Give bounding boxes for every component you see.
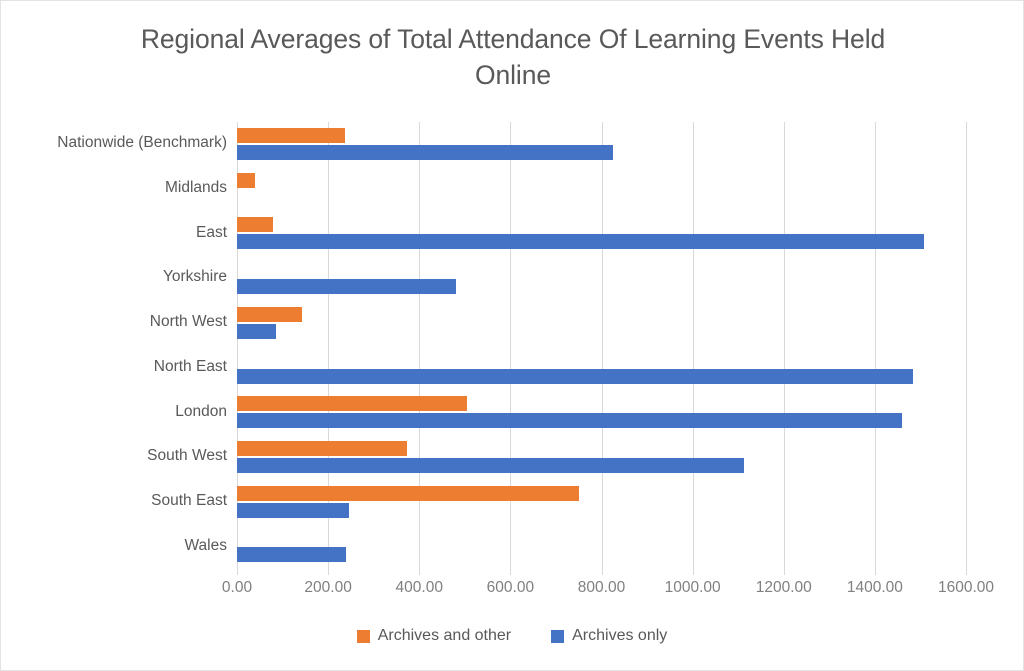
- bar[interactable]: [237, 172, 256, 188]
- y-axis-label-yorkshire: Yorkshire: [162, 268, 227, 286]
- legend-label: Archives only: [572, 627, 668, 644]
- x-axis-tick-label: 600.00: [486, 579, 535, 596]
- bar[interactable]: [237, 323, 277, 339]
- y-axis-label-north-east: North East: [153, 357, 227, 375]
- legend-swatch-icon: [551, 629, 565, 643]
- y-axis-label-london: London: [175, 402, 227, 420]
- x-axis-tick-label: 1600.00: [937, 579, 995, 596]
- x-axis-tick-label: 1400.00: [846, 579, 903, 596]
- bar[interactable]: [237, 440, 407, 456]
- plot-area: [237, 122, 967, 575]
- bar[interactable]: [237, 502, 350, 518]
- bar[interactable]: [237, 368, 914, 384]
- x-axis-tick-label: 1000.00: [664, 579, 721, 596]
- bar[interactable]: [237, 145, 613, 160]
- bar[interactable]: [237, 396, 468, 412]
- x-axis-tick-600.00: [510, 569, 512, 575]
- y-axis-label-nationwide-benchmark: Nationwide (Benchmark): [57, 134, 227, 152]
- bar[interactable]: [237, 128, 345, 143]
- bar-group: [237, 256, 966, 301]
- x-axis-tick-1000.00: [692, 569, 694, 575]
- x-axis-tick-label: 800.00: [577, 579, 626, 596]
- bar[interactable]: [237, 217, 273, 233]
- bar[interactable]: [237, 234, 925, 250]
- bar-group: [237, 122, 966, 167]
- gridline-1600.00: [966, 122, 967, 569]
- chart-legend: Archives and other Archives only: [1, 627, 1023, 645]
- x-axis-tick-400.00: [419, 569, 421, 575]
- x-axis-tick-0.00: [237, 569, 238, 575]
- legend-item-archives-only[interactable]: Archives only: [551, 627, 667, 645]
- x-axis-tick-800.00: [601, 569, 603, 575]
- legend-item-archives-and-other[interactable]: Archives and other: [356, 627, 512, 645]
- legend-swatch-icon: [356, 629, 370, 643]
- bar-group: [237, 524, 966, 569]
- bar-group: [237, 390, 966, 435]
- x-axis-tick-1600.00: [966, 569, 967, 575]
- y-axis-label-east: East: [195, 223, 227, 241]
- bar[interactable]: [237, 279, 457, 295]
- y-axis-label-midlands: Midlands: [164, 179, 227, 197]
- bar[interactable]: [237, 413, 903, 429]
- bar-group: [237, 480, 966, 525]
- legend-label: Archives and other: [377, 627, 512, 644]
- chart-container: Regional Averages of Total Attendance Of…: [0, 0, 1024, 671]
- bar-group: [237, 435, 966, 480]
- bar[interactable]: [237, 306, 303, 322]
- x-axis-tick-1200.00: [783, 569, 785, 575]
- y-axis-label-north-west: North West: [149, 313, 227, 331]
- chart-title: Regional Averages of Total Attendance Of…: [140, 24, 886, 90]
- x-axis-tick-1400.00: [874, 569, 876, 575]
- bar[interactable]: [237, 547, 346, 563]
- y-axis-label-wales: Wales: [184, 536, 228, 554]
- x-axis-tick-label: 0.00: [221, 579, 253, 596]
- y-axis-label-south-west: South West: [147, 447, 227, 465]
- y-axis-category-labels: Nationwide (Benchmark) Midlands East Yorksh…: [1, 122, 227, 569]
- bar[interactable]: [237, 457, 744, 473]
- bar[interactable]: [237, 485, 580, 501]
- y-axis-label-south-east: South East: [151, 491, 227, 509]
- bar-group: [237, 167, 966, 212]
- x-axis-tick-label: 200.00: [304, 579, 352, 596]
- bar-group: [237, 346, 966, 391]
- bar-group: [237, 211, 966, 256]
- bar-group: [237, 301, 966, 346]
- x-axis-tick-labels: 0.00 200.00 400.00 600.00 800.00 1000.00 1200.…: [222, 579, 994, 601]
- x-axis-tick-label: 400.00: [395, 579, 443, 596]
- x-axis-tick-200.00: [328, 569, 330, 575]
- x-axis-tick-label: 1200.00: [755, 579, 812, 596]
